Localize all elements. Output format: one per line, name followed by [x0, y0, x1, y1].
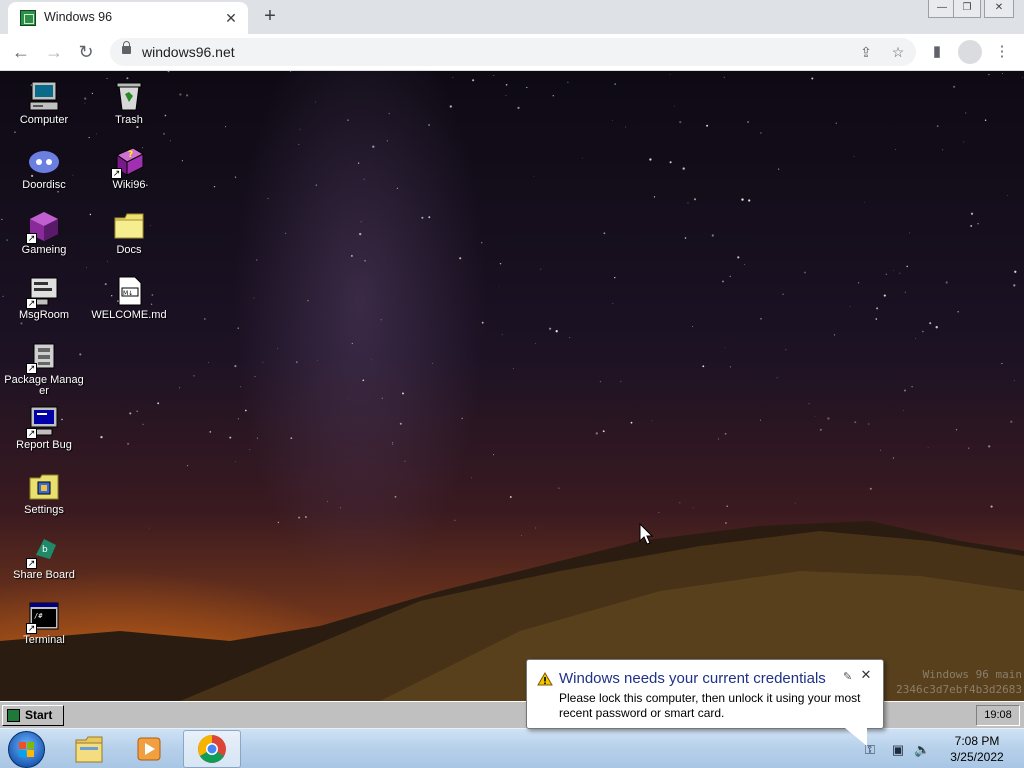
desktop-icon-msgroom[interactable]: ↗ MsgRoom — [4, 275, 84, 321]
start-button[interactable]: Start — [2, 705, 64, 726]
shortcut-arrow-icon: ↗ — [26, 363, 37, 374]
shortcut-arrow-icon: ↗ — [26, 623, 37, 634]
windows-start-orb[interactable] — [8, 731, 45, 768]
desktop-icon-settings[interactable]: Settings — [4, 470, 84, 516]
tab-title: Windows 96 — [44, 10, 113, 24]
desktop-icon-report-bug[interactable]: ↗ Report Bug — [4, 405, 84, 451]
w96-clock: 19:08 — [976, 705, 1020, 726]
media-player-icon — [137, 737, 161, 761]
markdown-file-icon: M↓ — [113, 275, 145, 307]
svg-text:/#: /# — [34, 612, 43, 620]
browser-toolbar: ← → ↻ windows96.net ⇪ ☆ ▮ ⋮ — [0, 34, 1024, 71]
start-label: Start — [25, 708, 53, 722]
browser-title-bar: Windows 96 ✕ + — ❐ ✕ — [0, 0, 1024, 34]
tab-close-button[interactable]: ✕ — [222, 9, 240, 27]
balloon-options-icon[interactable]: ✎ — [843, 670, 852, 683]
new-tab-button[interactable]: + — [258, 5, 282, 29]
bookmark-star-icon[interactable]: ☆ — [888, 42, 908, 62]
explorer-icon — [75, 736, 103, 763]
url-text[interactable]: windows96.net — [142, 44, 235, 60]
desktop-icon-welcome-md[interactable]: M↓ WELCOME.md — [89, 275, 169, 321]
clock-time: 7:08 PM — [954, 734, 1000, 748]
desktop-icon-docs[interactable]: Docs — [89, 210, 169, 256]
volume-icon[interactable]: 🔈 — [914, 742, 930, 758]
chat-icon: ↗ — [26, 275, 60, 309]
mouse-cursor-icon — [639, 523, 653, 545]
folder-icon — [113, 210, 145, 242]
terminal-icon: /# ↗ — [26, 600, 60, 634]
shortcut-arrow-icon: ↗ — [111, 168, 122, 179]
network-icon[interactable]: ▣ — [890, 742, 906, 758]
win7-clock[interactable]: 7:08 PM 3/25/2022 — [942, 733, 1012, 765]
w96-logo-icon — [7, 709, 20, 722]
warning-icon — [537, 672, 553, 686]
w96-desktop[interactable]: Windows 96 main 2346c3d7ebf4b3d2683 Comp… — [0, 71, 1024, 701]
shortcut-arrow-icon: ↗ — [26, 233, 37, 244]
monitor-bug-icon: ↗ — [26, 405, 60, 439]
svg-text:b: b — [42, 545, 48, 555]
shortcut-arrow-icon: ↗ — [26, 558, 37, 569]
shortcut-arrow-icon: ↗ — [26, 298, 37, 309]
windows-logo-icon — [19, 742, 34, 757]
address-bar[interactable]: windows96.net ⇪ ☆ — [110, 38, 916, 66]
taskbar-explorer[interactable] — [60, 730, 118, 768]
desktop-icon-computer[interactable]: Computer — [4, 80, 84, 126]
win7-taskbar: ⚿ ▣ 🔈 7:08 PM 3/25/2022 — [0, 728, 1024, 768]
shortcut-arrow-icon: ↗ — [26, 428, 37, 439]
back-button[interactable]: ← — [9, 40, 33, 64]
balloon-message: Please lock this computer, then unlock i… — [559, 691, 861, 720]
forward-button[interactable]: → — [42, 40, 66, 64]
clock-date: 3/25/2022 — [950, 750, 1004, 764]
desktop-icon-wiki96[interactable]: ? ↗ Wiki96 — [89, 145, 169, 191]
commit-watermark: 2346c3d7ebf4b3d2683 — [896, 683, 1022, 696]
settings-folder-icon — [28, 470, 60, 502]
cube-icon: ↗ — [26, 210, 60, 244]
balloon-close-button[interactable]: ✕ — [859, 668, 873, 682]
balloon-title: Windows needs your current credentials — [559, 670, 826, 687]
trash-icon — [113, 80, 145, 112]
computer-icon — [28, 80, 60, 112]
taskbar-chrome[interactable] — [183, 730, 241, 768]
share-icon[interactable]: ⇪ — [856, 42, 876, 62]
desktop-icon-package-manager[interactable]: ↗ Package Manager — [4, 340, 84, 397]
chrome-icon — [198, 735, 226, 763]
browser-tab[interactable]: Windows 96 ✕ — [8, 2, 248, 34]
help-book-icon: ? ↗ — [111, 145, 145, 179]
browser-menu-icon[interactable]: ⋮ — [990, 40, 1014, 64]
discord-icon — [28, 145, 60, 177]
desktop-icon-trash[interactable]: Trash — [89, 80, 169, 126]
taskbar-media-player[interactable] — [120, 730, 178, 768]
share-board-icon: b ↗ — [26, 535, 60, 569]
balloon-tail — [845, 728, 867, 746]
desktop-icon-terminal[interactable]: /# ↗ Terminal — [4, 600, 84, 646]
package-icon: ↗ — [26, 340, 60, 374]
svg-text:?: ? — [128, 150, 133, 160]
windows96-favicon-icon — [20, 10, 36, 26]
credentials-notification-balloon[interactable]: Windows needs your current credentials P… — [526, 659, 884, 746]
reload-button[interactable]: ↻ — [74, 40, 98, 64]
desktop-icon-share-board[interactable]: b ↗ Share Board — [4, 535, 84, 581]
profile-avatar-icon[interactable] — [958, 40, 982, 64]
window-close-button[interactable]: ✕ — [984, 0, 1014, 18]
restore-button[interactable]: ❐ — [953, 0, 981, 18]
version-watermark: Windows 96 main — [922, 668, 1022, 681]
lock-icon[interactable] — [122, 41, 131, 54]
side-panel-icon[interactable]: ▮ — [925, 40, 949, 64]
svg-text:M↓: M↓ — [123, 290, 133, 297]
desktop-icon-gameing[interactable]: ↗ Gameing — [4, 210, 84, 256]
desktop-icon-doordisc[interactable]: Doordisc — [4, 145, 84, 191]
minimize-button[interactable]: — — [928, 0, 956, 18]
